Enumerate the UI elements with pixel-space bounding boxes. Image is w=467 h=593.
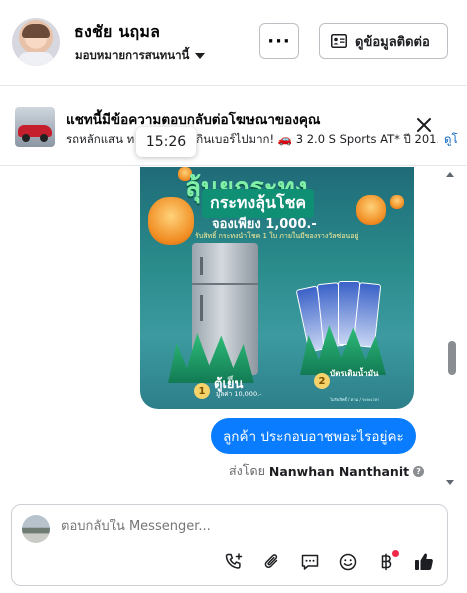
- fridge-handle: [200, 295, 203, 321]
- call-add-icon[interactable]: [223, 551, 245, 573]
- fridge-split: [192, 283, 258, 285]
- emoji-icon[interactable]: [337, 551, 359, 573]
- sent-by-prefix: ส่งโดย: [229, 463, 265, 478]
- lantern-shape: [390, 195, 404, 209]
- view-contact-label: ดูข้อมูลติดต่อ: [355, 34, 430, 50]
- car-wheel: [22, 134, 30, 142]
- scroll-up-arrow-icon[interactable]: [446, 172, 454, 177]
- avatar-shirt: [18, 52, 54, 66]
- more-options-button[interactable]: ···: [259, 23, 299, 59]
- help-icon[interactable]: ?: [413, 465, 425, 477]
- notification-dot: [392, 550, 399, 557]
- message-thread: ลุ้นยกระทง กระทงลุ้นโชค จองเพียง 1,000.-…: [0, 167, 467, 497]
- ad-banner-title: แชทนี้มีข้อความตอบกลับต่อโฆษณาของคุณ: [66, 112, 321, 128]
- composer-toolbar: [223, 550, 435, 573]
- prize-1-badge: 1: [194, 383, 210, 399]
- avatar-hair: [22, 24, 50, 38]
- lantern-shape: [356, 195, 386, 225]
- prize-2-title: บัตรเติมน้ำมัน: [330, 369, 379, 378]
- fuel-cards-image: [295, 279, 382, 353]
- avatar[interactable]: [12, 18, 60, 66]
- promo-fineprint: ไม่รับสิทธิ์ / ตาม / ระยะเวลา: [330, 397, 380, 402]
- outgoing-message-bubble[interactable]: ลูกค้า ประกอบอาชพอะไรอยู่คะ: [211, 418, 416, 454]
- car-wheel: [40, 134, 48, 142]
- ad-snippet-mid: กินเบอร์ไปมาก!: [196, 132, 275, 146]
- caret-down-icon: [195, 53, 206, 59]
- assign-conversation-dropdown[interactable]: มอบหมายการสนทนานี้: [75, 47, 206, 65]
- ad-reply-banner[interactable]: แชทนี้มีข้อความตอบกลับต่อโฆษณาของคุณ รถห…: [0, 86, 467, 166]
- sender-name: Nanwhan Nanthanit: [268, 463, 410, 479]
- contact-name[interactable]: ธงชัย นฤมล: [74, 20, 160, 45]
- ad-view-link[interactable]: ดูโ: [444, 131, 458, 149]
- view-contact-button[interactable]: ดูข้อมูลติดต่อ: [319, 23, 448, 59]
- ad-snippet: รถหลักแสน ทกินเบอร์ไปมาก! 🚗 3 2.0 S Spor…: [66, 131, 438, 149]
- contact-card-icon: [331, 34, 347, 48]
- message-composer: [11, 504, 448, 586]
- payment-baht-icon[interactable]: [375, 550, 399, 573]
- saved-reply-icon[interactable]: [299, 551, 321, 573]
- scrollbar-thumb[interactable]: [448, 341, 456, 375]
- timestamp-tooltip: 15:26: [136, 127, 196, 157]
- attachment-icon[interactable]: [261, 551, 283, 573]
- car-emoji-icon: 🚗: [277, 132, 293, 146]
- ad-thumbnail: [15, 107, 55, 147]
- sent-by-info: ส่งโดย Nanwhan Nanthanit ?: [229, 461, 425, 481]
- assign-label: มอบหมายการสนทนานี้: [75, 48, 190, 62]
- promo-image-message[interactable]: ลุ้นยกระทง กระทงลุ้นโชค จองเพียง 1,000.-…: [140, 167, 414, 409]
- reply-input[interactable]: [61, 519, 431, 534]
- conversation-header: ธงชัย นฤมล มอบหมายการสนทนานี้ ··· ดูข้อม…: [0, 0, 467, 86]
- prize-2-badge: 2: [314, 373, 330, 389]
- fridge-handle: [200, 257, 203, 275]
- page-avatar: [22, 515, 50, 543]
- promo-note: รับสิทธิ์ กระทงนำโชค 1 ใบ ภายในมีของรางว…: [195, 232, 359, 240]
- ad-snippet-prefix: รถหลักแสน ท: [66, 132, 135, 146]
- like-icon[interactable]: [413, 551, 435, 573]
- scroll-down-arrow-icon[interactable]: [446, 480, 454, 485]
- prize-1-value: มูลค่า 10,000.-: [216, 390, 262, 398]
- close-icon[interactable]: [414, 115, 434, 135]
